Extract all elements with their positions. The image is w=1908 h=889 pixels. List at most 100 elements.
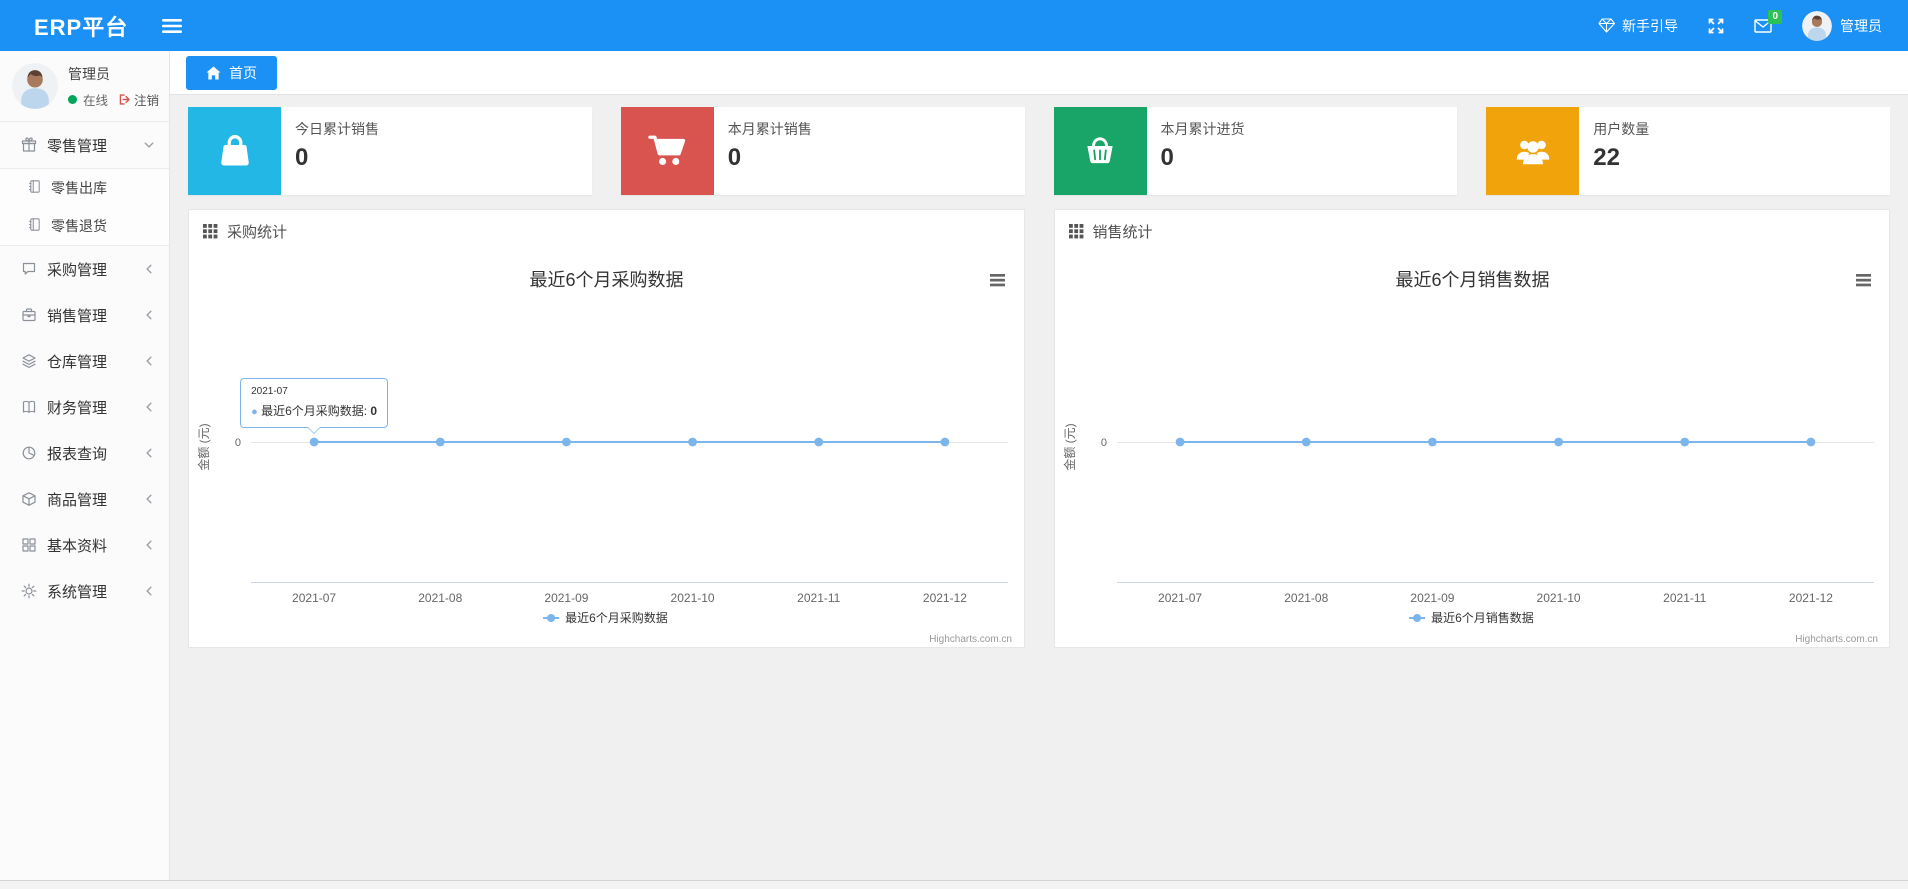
menu-label: 零售管理 [47,137,108,155]
menu-label: 销售管理 [47,307,108,325]
svg-text:金额 (元): 金额 (元) [196,423,211,470]
hamburger-icon[interactable] [156,12,188,40]
stat-card-month-sales: 本月累计销售 0 [620,107,1025,195]
svg-text:2021-08: 2021-08 [418,591,462,605]
navbar-right: 新手引导 0 管理员 [1598,9,1908,41]
sidebar-item-finance[interactable]: 财务管理 [0,384,169,430]
online-status-dot [68,94,77,104]
sidebar-menu: 零售管理 零售出库 零售退货 采购管理 销售管理 仓库管理 财务管理 报表查询 … [0,122,169,614]
svg-text:最近6个月销售数据: 最近6个月销售数据 [1395,270,1549,290]
chevron-left-icon [143,401,155,413]
stat-card-user-count: 用户数量 22 [1486,107,1890,195]
chat-icon [20,261,37,277]
user-name: 管理员 [1840,17,1882,34]
stat-label: 本月累计进货 [1160,121,1245,137]
logout-link[interactable]: 注销 [118,90,159,109]
panel-title: 采购统计 [227,223,288,241]
svg-text:0: 0 [235,437,241,449]
svg-text:2021-11: 2021-11 [797,591,840,605]
chevron-left-icon [143,309,155,321]
sidebar-item-system[interactable]: 系统管理 [0,568,169,614]
sidebar-item-retail[interactable]: 零售管理 [0,122,169,168]
shopping-bag-icon [188,107,281,195]
box-icon [20,491,37,507]
fullscreen-icon[interactable] [1708,18,1724,34]
menu-label: 采购管理 [47,261,108,279]
svg-text:金额 (元): 金额 (元) [1062,423,1077,470]
sidebar-item-sales[interactable]: 销售管理 [0,292,169,338]
sidebar-item-products[interactable]: 商品管理 [0,476,169,522]
tab-home-label: 首页 [229,64,257,81]
chevron-left-icon [143,447,155,459]
svg-text:Highcharts.com.cn: Highcharts.com.cn [1795,634,1878,645]
briefcase-icon [20,307,37,323]
logout-label: 注销 [134,93,160,108]
menu-label: 报表查询 [47,445,108,463]
svg-text:2021-12: 2021-12 [1788,591,1832,605]
chevron-down-icon [143,139,155,151]
online-status-label: 在线 [83,93,109,108]
retail-submenu: 零售出库 零售退货 [0,168,169,246]
book-icon [20,399,37,415]
submenu-label: 零售退货 [51,218,107,234]
submenu-label: 零售出库 [51,180,107,196]
purchase-stats-panel: 采购统计 最近6个月采购数据 0 金额 (元) 2021-07 2021-08 2021-… [188,209,1025,648]
beginner-guide-link[interactable]: 新手引导 [1598,16,1678,36]
menu-label: 仓库管理 [47,353,108,371]
sales-chart[interactable]: 最近6个月销售数据 0 金额 (元) 2021-07 2021-08 2021-09 202… [1055,252,1890,649]
svg-text:2021-10: 2021-10 [671,591,715,605]
messages-button[interactable]: 0 [1754,9,1782,33]
sidebar-user-panel: 管理员 在线 注销 [0,51,169,122]
tab-home[interactable]: 首页 [186,55,277,90]
footer [0,880,1908,889]
sidebar-item-reports[interactable]: 报表查询 [0,430,169,476]
chevron-left-icon [143,585,155,597]
svg-text:2021-09: 2021-09 [544,591,588,605]
svg-text:最近6个月采购数据: 最近6个月采购数据 [529,270,683,290]
sidebar-item-basic-data[interactable]: 基本资料 [0,522,169,568]
avatar [1802,10,1832,41]
app-logo[interactable]: ERP平台 [0,10,156,42]
th-icon [203,223,218,239]
users-icon [1486,107,1580,195]
svg-text:2021-08: 2021-08 [1284,591,1328,605]
stat-card-month-purchase: 本月累计进货 0 [1053,107,1458,195]
stat-label: 用户数量 [1593,121,1650,137]
grid-icon [20,537,37,553]
stat-cards-row: 今日累计销售 0 本月累计销售 0 本月累计进货 0 用户数量 22 [188,107,1890,195]
th-icon [1068,223,1084,239]
gear-icon [20,583,37,599]
svg-text:Highcharts.com.cn: Highcharts.com.cn [929,634,1012,645]
tab-bar: 首页 [170,51,1908,95]
signout-icon [118,93,131,106]
main-area: 首页 今日累计销售 0 本月累计销售 0 本月累计进货 0 用户数量 22 采购… [170,51,1908,880]
gem-icon [1598,18,1615,33]
svg-text:2021-10: 2021-10 [1536,591,1580,605]
svg-text:2021-07: 2021-07 [1158,591,1202,605]
menu-label: 财务管理 [47,399,108,417]
sidebar-item-retail-outbound[interactable]: 零售出库 [0,169,169,207]
purchase-chart[interactable]: 最近6个月采购数据 0 金额 (元) 2021-07 2021-08 2021-09 202… [189,252,1024,649]
home-icon [206,65,221,80]
mail-badge: 0 [1768,9,1782,24]
pie-chart-icon [20,445,37,461]
stat-card-today-sales: 今日累计销售 0 [188,107,592,195]
sidebar-item-retail-return[interactable]: 零售退货 [0,207,169,245]
chevron-left-icon [143,493,155,505]
svg-text:0: 0 [1100,437,1106,449]
stat-value: 0 [727,144,742,171]
menu-label: 商品管理 [47,491,108,509]
svg-text:2021-12: 2021-12 [923,591,967,605]
sidebar-item-warehouse[interactable]: 仓库管理 [0,338,169,384]
svg-text:2021-09: 2021-09 [1410,591,1454,605]
dashboard-content: 今日累计销售 0 本月累计销售 0 本月累计进货 0 用户数量 22 采购统计 … [170,95,1908,880]
user-menu[interactable]: 管理员 [1802,10,1882,41]
chevron-left-icon [143,355,155,367]
svg-text:2021-11: 2021-11 [1663,591,1706,605]
sidebar-item-purchase[interactable]: 采购管理 [0,246,169,292]
stat-label: 今日累计销售 [295,121,379,137]
erp-dashboard: ERP平台 新手引导 0 管理员 管理员 在线 注销 零售管理 零售出库 零售退… [0,0,1908,889]
chevron-left-icon [143,539,155,551]
svg-text:2021-07: 2021-07 [292,591,336,605]
menu-label: 基本资料 [47,537,108,555]
